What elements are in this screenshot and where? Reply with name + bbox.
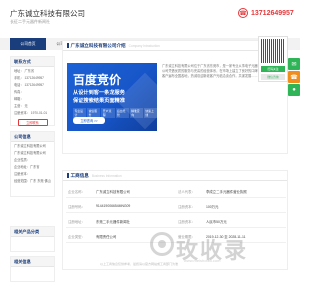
business-note: 以上工商信息仅供参考，最终请以官方网站或工商部门为准 [100, 262, 179, 266]
business-value: 东莞二手元器件新闻社 [96, 220, 130, 224]
sidebar-products: 相关产品分类 [10, 226, 55, 252]
contact-now-button[interactable]: 立即联系 [17, 119, 48, 126]
float-phone-button[interactable]: ☎ [288, 71, 300, 83]
business-label: 法人代表： [178, 190, 195, 194]
business-label: 营业期限： [178, 235, 195, 239]
business-value: 有限责任公司 [96, 235, 117, 239]
business-cell: 注册号码： 914419006654MNG09 [68, 204, 178, 209]
qr-popup: 扫码关注 微信咨询 [258, 36, 288, 82]
intro-title: 广东诚立科技有限公司介绍 [70, 42, 126, 48]
phone-number[interactable]: 13712649957 [251, 10, 294, 17]
wechat-icon: ● [292, 87, 296, 93]
phone-icon: ☎ [238, 8, 248, 18]
sidebar-line: 广东诚立科技有限公司 [14, 150, 46, 155]
chat-icon: ✉ [291, 61, 297, 68]
business-title: 工商信息 [70, 172, 89, 178]
sidebar-profile-title: 公司信息 [11, 132, 54, 142]
business-row: 企业名称： 广东诚立科技有限公司 法人代表： 李成立二手元器件营业执照 [68, 189, 288, 194]
business-row: 注册号码： 914419006654MNG09 注册资本： 100万元 [68, 204, 288, 209]
title-bar-decoration [67, 43, 69, 48]
intro-subtitle: Company Introduction [128, 43, 160, 48]
sidebar-line: 主营： 无 [14, 103, 28, 108]
qr-wechat-button[interactable]: 微信咨询 [261, 74, 285, 80]
business-row: 注册地址： 东莞二手元器件新闻社 注册资本： 人民币50万元 [68, 219, 288, 224]
ad-line-1: 从设计到客一条龙服务 [73, 90, 125, 96]
sidebar-line: 注册资本： 1970-01-01 [14, 110, 48, 115]
business-label: 企业名称： [68, 190, 85, 194]
qr-follow-button[interactable]: 扫码关注 [261, 66, 285, 72]
business-value: 100万元 [206, 205, 219, 209]
business-cell: 注册资本： 人民币50万元 [178, 219, 288, 224]
business-cell: 企业类型： 有限责任公司 [68, 234, 178, 239]
sidebar-line: 企业性质： [14, 157, 30, 162]
sidebar-line: 手机： 13712649957 [14, 75, 44, 80]
float-wechat-button[interactable]: ● [288, 84, 300, 96]
sidebar-products-title: 相关产品分类 [11, 227, 54, 237]
sidebar-line: 邮箱： [14, 96, 24, 101]
company-subtitle: 长征二手元器件新闻社 [10, 19, 50, 24]
business-cell: 注册资本： 100万元 [178, 204, 288, 209]
business-cell: 企业名称： 广东诚立科技有限公司 [68, 189, 178, 194]
header-phone[interactable]: ☎ 13712649957 [238, 8, 294, 18]
title-bar-decoration [67, 173, 69, 178]
sidebar-contact-title: 联系方式 [11, 57, 54, 67]
business-label: 注册资本： [178, 205, 195, 209]
business-cell: 注册地址： 东莞二手元器件新闻社 [68, 219, 178, 224]
business-subtitle: Business Information [91, 173, 122, 178]
business-value: 人民币50万元 [206, 220, 227, 224]
sidebar-other: 相关信息 [10, 256, 55, 282]
page-header: 广东诚立科技有限公司 长征二手元器件新闻社 ☎ 13712649957 [0, 0, 300, 36]
row-divider [66, 242, 286, 243]
baidu-ad-banner[interactable]: 百度竞价 从设计到客一条龙服务 保证搜索结果页面精准 专业设计 诚信服务 开户流程后… [67, 63, 157, 131]
ad-consult-button[interactable]: 立即咨询 >> [73, 117, 105, 124]
ad-tag: 快速上线 [143, 108, 157, 118]
sidebar-line: 广东诚立科技有限公司 [14, 143, 46, 148]
sidebar-line: 地址： 广东省 [14, 68, 35, 73]
business-value: 广东诚立科技有限公司 [96, 190, 130, 194]
row-divider [66, 212, 286, 213]
ad-line-2: 保证搜索结果页面精准 [73, 98, 125, 104]
business-value: 914419006654MNG09 [96, 204, 131, 208]
business-panel-header: 工商信息 Business Information [63, 171, 287, 181]
sidebar-line: 注册资本： [14, 171, 30, 176]
business-cell: 法人代表： 李成立二手元器件营业执照 [178, 189, 288, 194]
intro-panel-header: 广东诚立科技有限公司介绍 Company Introduction [63, 41, 287, 51]
business-value: 李成立二手元器件营业执照 [206, 190, 247, 194]
sidebar-contact: 联系方式 地址： 广东省手机： 13712649957 电话： 137126499… [10, 56, 55, 126]
nav-item-0[interactable]: 公司首页 [10, 38, 46, 50]
sidebar-line: 企业地址：广东省 [14, 164, 40, 169]
online-service-button[interactable]: ✉ [288, 58, 300, 70]
business-label: 注册地址： [68, 220, 85, 224]
business-row: 企业类型： 有限责任公司 营业期限： 2019-12-30 至 2028-11-11 [68, 234, 288, 239]
sidebar-line: 传真： [14, 89, 24, 94]
business-label: 注册资本： [178, 220, 195, 224]
phone-icon: ☎ [290, 74, 298, 81]
sidebar-line: 电话： 13712649957 [14, 82, 44, 87]
row-divider [66, 197, 286, 198]
qr-code-image [261, 39, 285, 63]
business-label: 企业类型： [68, 235, 85, 239]
row-divider [66, 227, 286, 228]
business-label: 注册号码： [68, 205, 85, 209]
sidebar-other-title: 相关信息 [11, 257, 54, 267]
ad-tag: 精准定向 [129, 108, 143, 118]
sidebar-line: 经营范围：广东 东莞 佛山 [14, 178, 51, 183]
ad-title: 百度竞价 [73, 73, 122, 87]
ad-tag: 后台托管 [115, 108, 129, 118]
business-cell: 营业期限： 2019-12-30 至 2028-11-11 [178, 234, 288, 239]
company-name[interactable]: 广东诚立科技有限公司 [10, 8, 85, 19]
business-value: 2019-12-30 至 2028-11-11 [206, 235, 246, 239]
sidebar-profile: 公司信息 广东诚立科技有限公司 广东诚立科技有限公司 企业性质： 企业地址：广东省 注册… [10, 131, 55, 197]
